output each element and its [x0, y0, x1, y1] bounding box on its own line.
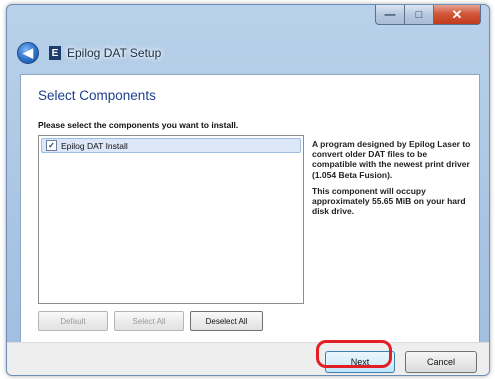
description-paragraph: A program designed by Epilog Laser to co…: [312, 139, 471, 180]
minimize-button[interactable]: —: [375, 5, 405, 25]
maximize-button[interactable]: □: [405, 5, 434, 25]
component-checkbox[interactable]: ✓: [46, 140, 57, 151]
list-item[interactable]: ✓ Epilog DAT Install: [41, 138, 301, 153]
description-paragraph: This component will occupy approximately…: [312, 185, 466, 217]
close-button[interactable]: ✕: [434, 5, 481, 25]
setup-window: — □ ✕ ◀ E Epilog DAT Setup Select Compon…: [6, 4, 490, 376]
back-arrow-icon[interactable]: ◀: [17, 42, 39, 64]
component-label: Epilog DAT Install: [61, 140, 128, 151]
title-row: ◀ E Epilog DAT Setup: [17, 41, 161, 65]
app-icon: E: [49, 46, 61, 60]
content-panel: Select Components Please select the comp…: [20, 74, 480, 344]
window-title: Epilog DAT Setup: [67, 46, 162, 60]
deselect-all-button[interactable]: Deselect All: [190, 311, 263, 331]
caption-buttons: — □ ✕: [375, 5, 481, 25]
default-button[interactable]: Default: [38, 311, 108, 331]
cancel-button[interactable]: Cancel: [405, 351, 477, 373]
instruction-text: Please select the components you want to…: [38, 120, 239, 130]
page-title: Select Components: [38, 88, 156, 103]
button-bar: Next Cancel: [7, 342, 489, 375]
next-button[interactable]: Next: [325, 351, 395, 373]
select-all-button[interactable]: Select All: [114, 311, 184, 331]
component-description: A program designed by Epilog Laser to co…: [312, 139, 472, 222]
components-list[interactable]: ✓ Epilog DAT Install: [38, 135, 304, 304]
